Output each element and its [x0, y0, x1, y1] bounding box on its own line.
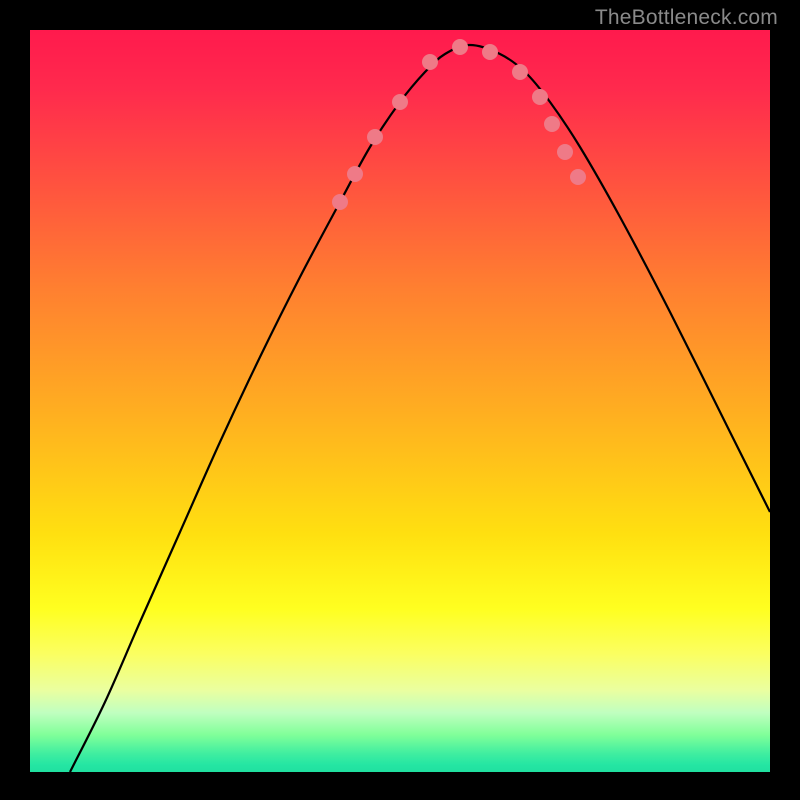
curve-marker — [570, 169, 586, 185]
curve-marker — [392, 94, 408, 110]
curve-marker — [332, 194, 348, 210]
curve-marker — [532, 89, 548, 105]
curve-marker — [452, 39, 468, 55]
marker-group — [332, 39, 586, 210]
curve-marker — [557, 144, 573, 160]
curve-marker — [482, 44, 498, 60]
watermark-text: TheBottleneck.com — [595, 6, 778, 30]
curve-marker — [367, 129, 383, 145]
plot-area — [30, 30, 770, 772]
bottleneck-curve — [70, 45, 770, 772]
curve-marker — [347, 166, 363, 182]
curve-layer — [30, 30, 770, 772]
curve-marker — [422, 54, 438, 70]
curve-marker — [512, 64, 528, 80]
curve-marker — [544, 116, 560, 132]
